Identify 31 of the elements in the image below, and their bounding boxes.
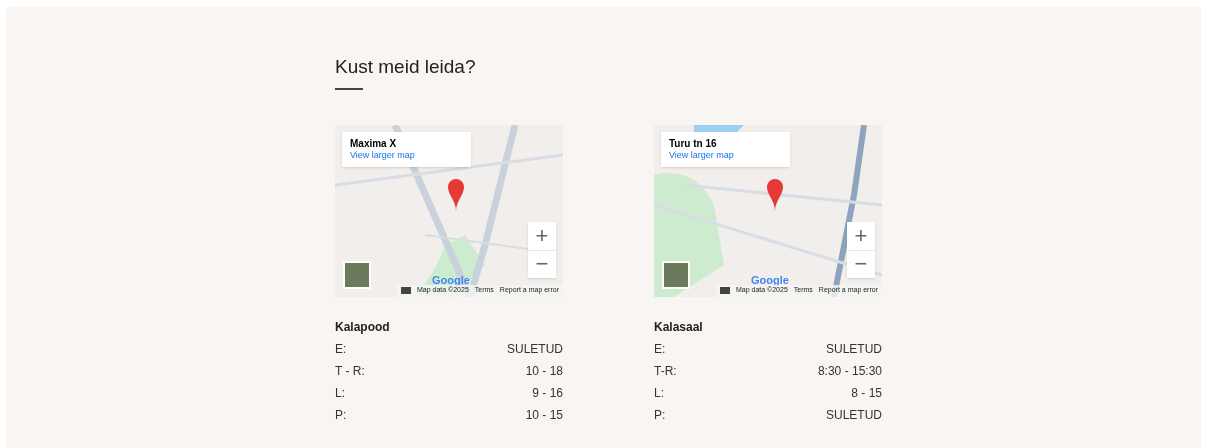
opening-hours: SULETUD — [507, 340, 563, 358]
opening-hours: 8 - 15 — [851, 384, 882, 402]
day-label: T-R: — [654, 362, 677, 380]
zoom-in-button[interactable]: + — [528, 221, 556, 250]
zoom-in-button[interactable]: + — [847, 221, 875, 250]
day-label: P: — [335, 406, 347, 424]
zoom-out-button[interactable]: − — [528, 249, 556, 278]
day-label: P: — [654, 406, 666, 424]
place-name: Turu tn 16 — [669, 137, 718, 150]
opening-hours: 10 - 15 — [525, 406, 563, 424]
map-logo: Google — [751, 274, 789, 286]
location-name: Kalapood — [335, 318, 391, 336]
section-heading: Kust meid leida? — [335, 55, 476, 79]
satellite-thumbnail[interactable] — [662, 260, 690, 289]
opening-hours: 10 - 18 — [525, 362, 563, 380]
zoom-out-button[interactable]: − — [847, 249, 875, 278]
opening-hours: SULETUD — [826, 340, 882, 358]
place-name: Maxima X — [350, 137, 398, 150]
opening-hours: SULETUD — [826, 406, 882, 424]
view-larger-map-link[interactable]: View larger map — [350, 150, 463, 162]
day-label: L: — [654, 384, 664, 402]
opening-hours: 9 - 16 — [532, 384, 563, 402]
day-label: L: — [335, 384, 345, 402]
map-logo: Google — [432, 274, 470, 286]
day-label: E: — [654, 340, 666, 358]
location-name: Kalasaal — [654, 318, 704, 336]
satellite-thumbnail[interactable] — [343, 260, 371, 289]
day-label: E: — [335, 340, 347, 358]
view-larger-map-link[interactable]: View larger map — [669, 150, 782, 162]
opening-hours: 8:30 - 15:30 — [817, 362, 882, 380]
day-label: T - R: — [335, 362, 365, 380]
